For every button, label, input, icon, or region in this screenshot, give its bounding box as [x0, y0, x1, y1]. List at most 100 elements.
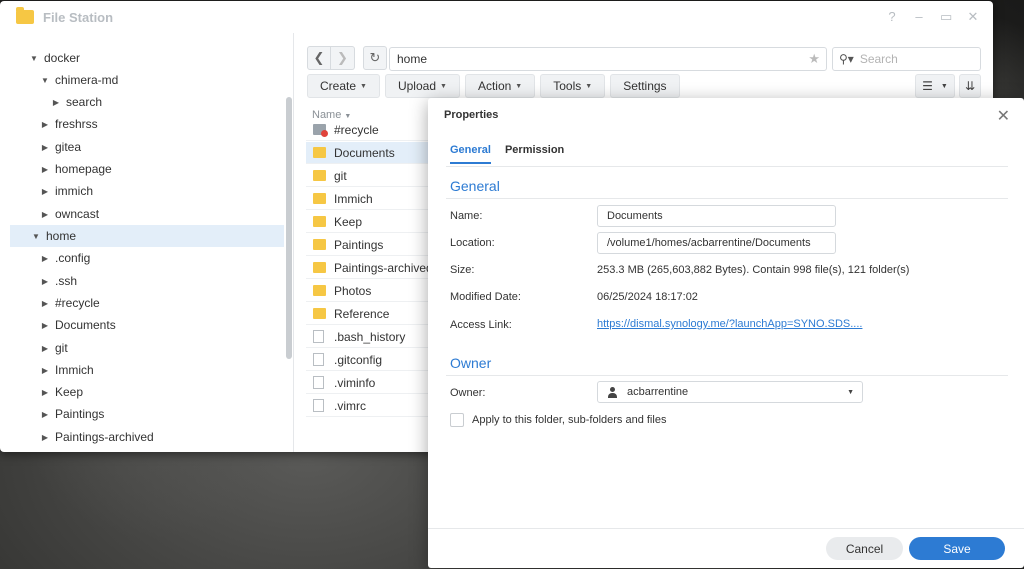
chevron-right-icon[interactable]: ▶ — [39, 187, 51, 196]
chevron-right-icon[interactable]: ▶ — [39, 321, 51, 330]
chevron-down-icon[interactable]: ▼ — [39, 76, 51, 85]
window-controls: ? – ▭ ✕ — [886, 9, 979, 25]
chevron-right-icon[interactable]: ▶ — [39, 433, 51, 442]
owner-select[interactable]: acbarrentine ▼ — [597, 381, 863, 403]
chevron-right-icon[interactable]: ▶ — [39, 366, 51, 375]
dropdown-arrow-icon: ▼ — [515, 82, 523, 90]
upload-button[interactable]: Upload ▼ — [384, 74, 460, 98]
file-row-vimrc[interactable]: .vimrc — [306, 395, 436, 417]
save-button[interactable]: Save — [909, 537, 1005, 560]
tree-item-paintings-archived[interactable]: ▶ Paintings-archived — [39, 426, 293, 448]
tree-item-owncast[interactable]: ▶ owncast — [39, 203, 293, 225]
list-view-button[interactable]: ☰ ▼ — [915, 74, 955, 98]
folder-icon — [313, 239, 326, 250]
dropdown-arrow-icon: ▼ — [585, 82, 593, 90]
close-icon[interactable]: ✕ — [967, 9, 979, 25]
tree-item-config[interactable]: ▶ .config — [39, 247, 293, 269]
action-toolbar: Create ▼ Upload ▼ Action ▼ Tools ▼ Settings — [307, 74, 680, 98]
view-buttons: ☰ ▼ ⇊ — [915, 74, 981, 98]
apply-recursive-label[interactable]: Apply to this folder, sub-folders and fi… — [472, 414, 666, 426]
tree-item-immich-home[interactable]: ▶ Immich — [39, 359, 293, 381]
file-icon — [313, 376, 324, 389]
folder-icon — [313, 262, 326, 273]
file-row-documents[interactable]: Documents — [306, 142, 436, 164]
chevron-right-icon[interactable]: ▶ — [39, 143, 51, 152]
tree-item-homepage[interactable]: ▶ homepage — [39, 158, 293, 180]
tree-item-docker[interactable]: ▼ docker — [28, 47, 293, 69]
chevron-down-icon[interactable]: ▼ — [28, 54, 40, 63]
size-label: Size: — [450, 264, 475, 276]
tab-divider — [446, 166, 1008, 167]
tree-item-recycle[interactable]: ▶ #recycle — [39, 292, 293, 314]
tree-item-freshrss[interactable]: ▶ freshrss — [39, 113, 293, 135]
dropdown-arrow-icon: ▼ — [440, 82, 447, 90]
maximize-icon[interactable]: ▭ — [940, 9, 952, 25]
tab-general[interactable]: General — [450, 144, 491, 164]
chevron-right-icon[interactable]: ▶ — [39, 120, 51, 129]
file-row-recycle[interactable]: #recycle — [306, 119, 436, 141]
help-icon[interactable]: ? — [886, 9, 898, 25]
chevron-right-icon[interactable]: ▶ — [39, 210, 51, 219]
file-row-bash-history[interactable]: .bash_history — [306, 326, 436, 348]
path-input[interactable]: home ★ — [389, 47, 827, 71]
folder-icon — [313, 285, 326, 296]
chevron-right-icon[interactable]: ▶ — [50, 98, 62, 107]
chevron-down-icon[interactable]: ▼ — [30, 232, 42, 241]
close-icon[interactable]: ✕ — [997, 106, 1010, 126]
search-icon[interactable]: ⚲▾ — [839, 52, 854, 66]
tree-item-search[interactable]: ▶ search — [50, 91, 293, 113]
chevron-right-icon[interactable]: ▶ — [39, 277, 51, 286]
tree-item-paintings[interactable]: ▶ Paintings — [39, 403, 293, 425]
file-row-paintings[interactable]: Paintings — [306, 234, 436, 256]
tree-item-ssh[interactable]: ▶ .ssh — [39, 270, 293, 292]
access-link[interactable]: https://dismal.synology.me/?launchApp=SY… — [597, 318, 862, 330]
create-button[interactable]: Create ▼ — [307, 74, 380, 98]
minimize-icon[interactable]: – — [913, 9, 925, 25]
apply-recursive-checkbox[interactable] — [450, 413, 464, 427]
file-row-viminfo[interactable]: .viminfo — [306, 372, 436, 394]
section-general-title: General — [450, 178, 500, 194]
tree-item-documents[interactable]: ▶ Documents — [39, 314, 293, 336]
tree-item-gitea[interactable]: ▶ gitea — [39, 136, 293, 158]
tree-item-keep[interactable]: ▶ Keep — [39, 381, 293, 403]
file-row-gitconfig[interactable]: .gitconfig — [306, 349, 436, 371]
file-row-git[interactable]: git — [306, 165, 436, 187]
refresh-button[interactable]: ↻ — [363, 46, 387, 70]
cancel-button[interactable]: Cancel — [826, 537, 903, 560]
chevron-right-icon[interactable]: ▶ — [39, 299, 51, 308]
name-field[interactable]: Documents — [597, 205, 836, 227]
action-button[interactable]: Action ▼ — [464, 74, 536, 98]
file-row-paintings-archived[interactable]: Paintings-archived — [306, 257, 436, 279]
chevron-right-icon[interactable]: ▶ — [39, 388, 51, 397]
location-field[interactable]: /volume1/homes/acbarrentine/Documents — [597, 232, 836, 254]
search-input[interactable]: ⚲▾ Search — [832, 47, 981, 71]
owner-label: Owner: — [450, 387, 486, 399]
tree-item-git[interactable]: ▶ git — [39, 337, 293, 359]
forward-button[interactable]: ❯ — [331, 46, 355, 70]
chevron-right-icon[interactable]: ▶ — [39, 165, 51, 174]
file-row-reference[interactable]: Reference — [306, 303, 436, 325]
folder-icon — [313, 308, 326, 319]
tree-item-immich[interactable]: ▶ immich — [39, 180, 293, 202]
tree-item-home[interactable]: ▼ home — [10, 225, 284, 247]
tools-button[interactable]: Tools ▼ — [540, 74, 606, 98]
properties-dialog: Properties ✕ General Permission General … — [428, 98, 1024, 568]
file-icon — [313, 399, 324, 412]
star-icon[interactable]: ★ — [808, 51, 820, 67]
refresh-icon: ↻ — [369, 50, 381, 65]
back-button[interactable]: ❮ — [307, 46, 331, 70]
file-row-photos[interactable]: Photos — [306, 280, 436, 302]
modified-date-value: 06/25/2024 18:17:02 — [597, 291, 698, 303]
file-row-immich[interactable]: Immich — [306, 188, 436, 210]
chevron-right-icon[interactable]: ▶ — [39, 410, 51, 419]
sort-button[interactable]: ⇊ — [959, 74, 981, 98]
tree-item-chimera-md[interactable]: ▼ chimera-md — [39, 69, 293, 91]
sidebar-scrollbar[interactable] — [286, 97, 292, 359]
recycle-bin-icon — [313, 124, 328, 137]
tab-permission[interactable]: Permission — [505, 144, 564, 164]
settings-button[interactable]: Settings — [610, 74, 680, 98]
chevron-right-icon[interactable]: ▶ — [39, 344, 51, 353]
dialog-tabs: General Permission — [450, 144, 578, 164]
chevron-right-icon[interactable]: ▶ — [39, 254, 51, 263]
file-row-keep[interactable]: Keep — [306, 211, 436, 233]
